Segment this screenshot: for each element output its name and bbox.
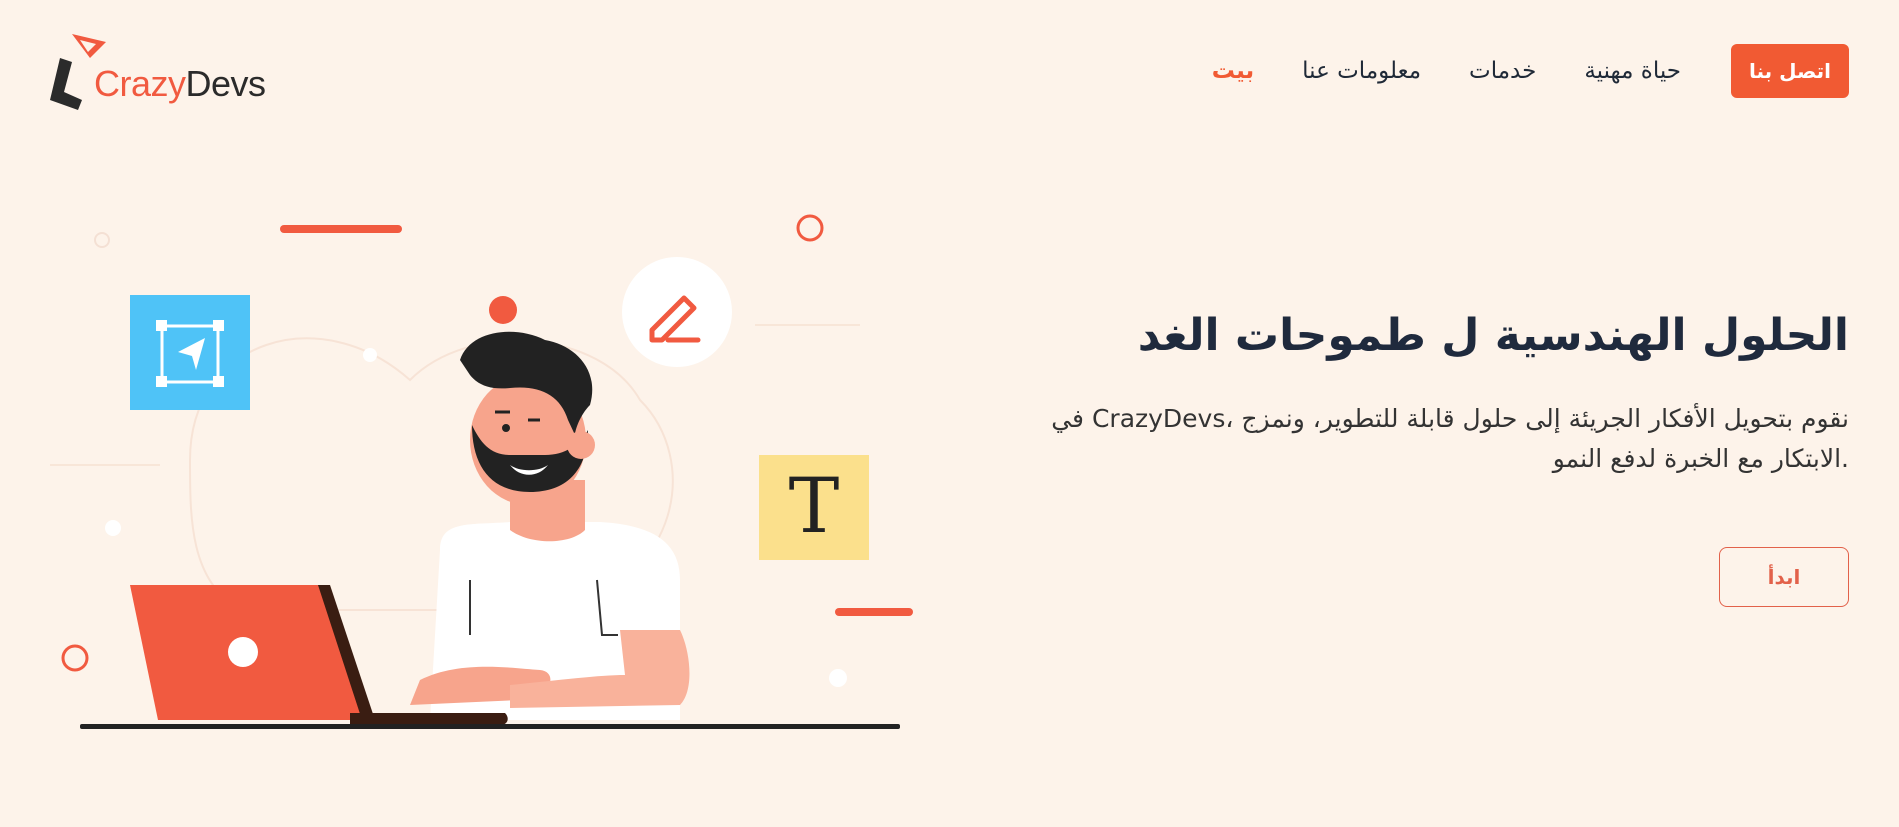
pencil-badge xyxy=(622,257,732,367)
deco-dot-white-1 xyxy=(363,348,377,362)
brand-wordmark: CrazyDevs xyxy=(94,66,266,102)
brand-name-part2: Devs xyxy=(185,63,267,104)
hero-title: الحلول الهندسية ل طموحات الغد xyxy=(1137,310,1849,361)
brand-logo[interactable]: CrazyDevs xyxy=(46,30,286,112)
hero-description: نقوم بتحويل الأفكار الجريئة إلى حلول قاب… xyxy=(989,399,1849,479)
site-header: CrazyDevs اتصل بنا حياة مهنية خدمات معلو… xyxy=(0,0,1899,140)
text-card: T xyxy=(759,455,869,560)
deco-ring-bottom-left xyxy=(61,644,89,672)
deco-bar-right xyxy=(835,608,913,616)
deco-dot-red xyxy=(489,296,517,324)
cursor-card xyxy=(130,295,250,410)
main-nav: اتصل بنا حياة مهنية خدمات معلومات عنا بي… xyxy=(1212,44,1849,98)
developer-figure xyxy=(410,331,690,720)
deco-ring-small xyxy=(94,232,110,248)
laptop-logo-icon xyxy=(228,637,258,667)
developer-illustration: T xyxy=(50,214,913,729)
start-button[interactable]: ابدأ xyxy=(1719,547,1849,607)
hero-description-line-2: .الابتكار مع الخبرة لدفع النمو xyxy=(1552,443,1849,473)
nav-item-careers[interactable]: حياة مهنية xyxy=(1584,58,1681,84)
deco-dot-white-2 xyxy=(105,520,121,536)
nav-item-about[interactable]: معلومات عنا xyxy=(1302,58,1421,84)
hero-description-line-1: نقوم بتحويل الأفكار الجريئة إلى حلول قاب… xyxy=(1051,403,1849,433)
deco-ring-top-right xyxy=(796,214,824,242)
brand-name-part1: Crazy xyxy=(94,63,186,104)
contact-button[interactable]: اتصل بنا xyxy=(1731,44,1849,98)
nav-item-services[interactable]: خدمات xyxy=(1469,58,1536,84)
text-card-letter: T xyxy=(789,461,840,550)
desk-line xyxy=(80,724,900,729)
deco-dot-white-3 xyxy=(829,669,847,687)
deco-bar-top xyxy=(280,225,402,233)
hero-section: الحلول الهندسية ل طموحات الغد نقوم بتحوي… xyxy=(989,310,1849,479)
nav-item-home[interactable]: بيت xyxy=(1212,58,1254,84)
hero-illustration: T xyxy=(40,180,940,740)
